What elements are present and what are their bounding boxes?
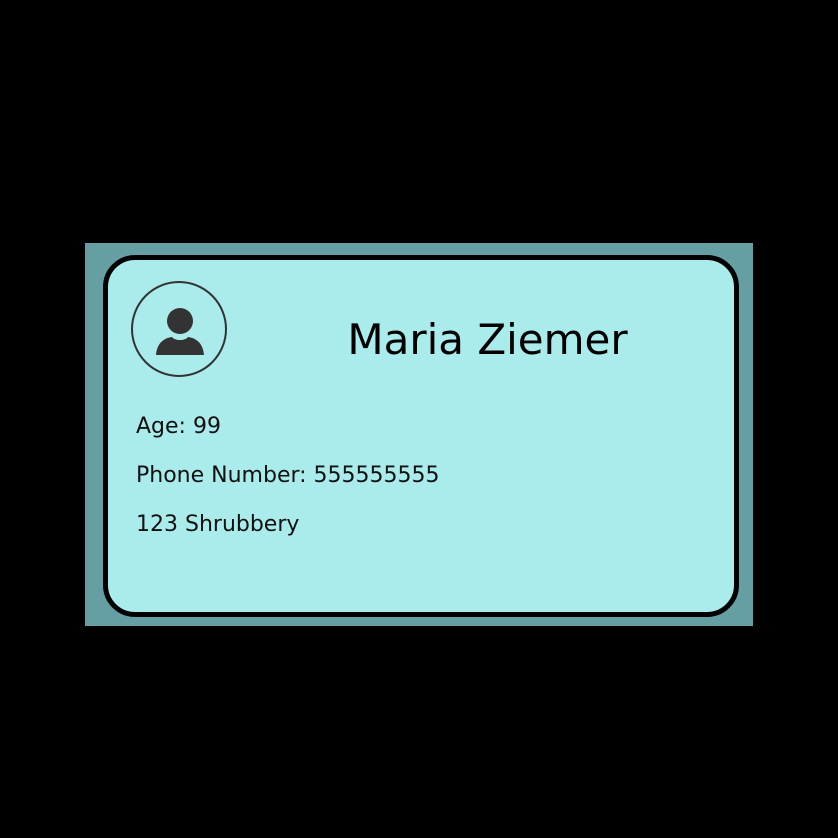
contact-phone: Phone Number: 555555555: [136, 463, 440, 488]
avatar: [131, 281, 227, 377]
contact-address: 123 Shrubbery: [136, 512, 300, 537]
contact-age: Age: 99: [136, 414, 221, 439]
contact-name: Maria Ziemer: [347, 315, 628, 364]
user-icon: [156, 308, 204, 355]
screen: Maria Ziemer Age: 99 Phone Number: 55555…: [0, 0, 838, 838]
